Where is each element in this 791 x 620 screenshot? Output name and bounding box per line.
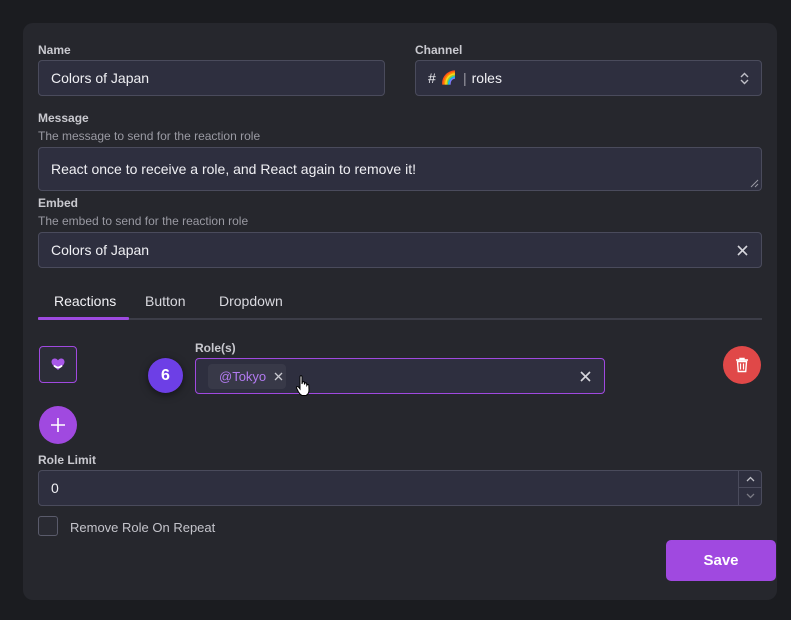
resize-handle-icon[interactable] [750,179,759,188]
channel-select[interactable]: # 🌈 | roles [415,60,762,96]
tab-button[interactable]: Button [145,293,185,309]
tab-dropdown[interactable]: Dropdown [219,293,283,309]
remove-role-on-repeat-label: Remove Role On Repeat [70,520,216,535]
chevron-up-icon [746,476,755,482]
embed-select[interactable]: Colors of Japan [38,232,762,268]
reaction-role-card [23,23,777,600]
message-label: Message [38,111,89,125]
embed-hint: The embed to send for the reaction role [38,214,249,228]
increment-button[interactable] [739,471,761,488]
trash-icon [736,357,748,373]
role-chip-tokyo: @Tokyo [208,364,286,389]
remove-role-on-repeat-checkbox[interactable] [38,516,58,536]
save-button[interactable]: Save [666,540,776,581]
role-limit-input[interactable]: 0 [38,470,762,506]
select-arrows-icon [740,72,749,85]
roles-label: Role(s) [195,341,236,355]
number-stepper [738,471,761,505]
emoji-picker-button[interactable] [39,346,77,383]
decrement-button[interactable] [739,488,761,504]
rainbow-icon: 🌈 [440,70,457,85]
role-chip-label: @Tokyo [219,369,267,384]
plus-icon [51,418,65,432]
role-limit-label: Role Limit [38,453,97,467]
message-hint: The message to send for the reaction rol… [38,129,261,143]
chevron-down-icon [746,493,755,499]
channel-separator: | [462,70,467,86]
channel-hash: # [428,70,436,86]
role-limit-value: 0 [51,480,59,496]
purple-heart-icon [51,358,65,370]
channel-label: Channel [415,43,463,57]
hand-cursor-icon [295,375,310,396]
clear-roles-icon[interactable] [580,371,591,382]
delete-reaction-button[interactable] [723,346,761,384]
name-label: Name [38,43,71,57]
message-value: React once to receive a role, and React … [51,161,416,177]
name-input[interactable]: Colors of Japan [38,60,385,96]
step-badge: 6 [148,358,183,393]
add-reaction-button[interactable] [39,406,77,444]
tab-reactions[interactable]: Reactions [54,293,116,309]
embed-label: Embed [38,196,79,210]
active-tab-indicator [38,317,129,320]
name-value: Colors of Japan [51,70,150,86]
clear-embed-icon[interactable] [737,245,748,256]
channel-value: roles [471,70,502,86]
embed-value: Colors of Japan [51,242,150,258]
message-textarea[interactable]: React once to receive a role, and React … [38,147,762,191]
remove-role-icon[interactable] [274,372,283,381]
tabs-divider [38,318,762,320]
